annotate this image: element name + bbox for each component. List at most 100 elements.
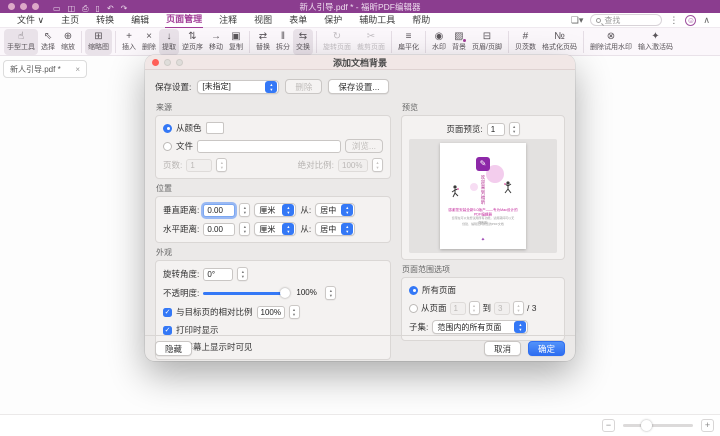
save-settings-label: 保存设置: — [155, 81, 191, 93]
page-preview-input[interactable]: 1 — [487, 123, 505, 136]
from-color-radio[interactable] — [163, 124, 172, 133]
ribbon-button-delete-page[interactable]: ×删除 — [139, 29, 159, 55]
ribbon-button-move-page[interactable]: →移动 — [206, 29, 226, 55]
menu-item-form[interactable]: 表单 — [288, 12, 308, 28]
rotation-stepper[interactable] — [237, 267, 248, 281]
ribbon-button-thumbnails[interactable]: ⊞缩略图 — [85, 29, 112, 55]
color-swatch[interactable] — [206, 122, 224, 134]
bates-numbering-icon: # — [523, 31, 529, 43]
status-bar: − + — [0, 414, 720, 436]
opacity-slider[interactable] — [203, 292, 289, 295]
to-page-input: 3 — [494, 302, 510, 315]
tab-close-icon[interactable]: × — [75, 65, 80, 74]
ok-button[interactable]: 确定 — [528, 341, 565, 356]
ribbon-button-remove-trial-watermark[interactable]: ⊗删除试用水印 — [587, 29, 635, 55]
menu-item-comment[interactable]: 注释 — [218, 12, 238, 28]
ribbon-button-insert-page[interactable]: +插入 — [119, 29, 139, 55]
vertical-distance-stepper[interactable] — [239, 203, 250, 217]
format-page-numbers-icon: № — [554, 31, 565, 43]
show-when-print-checkbox[interactable]: ✓ — [163, 326, 172, 335]
ribbon-button-split-page[interactable]: ‖拆分 — [273, 29, 293, 55]
ribbon-button-replace-page[interactable]: ⇄替换 — [253, 29, 273, 55]
horizontal-unit-select[interactable]: 厘米 — [254, 222, 296, 236]
file-path-input[interactable] — [197, 140, 341, 153]
delete-setting-button: 删除 — [285, 79, 322, 94]
dialog-close-button[interactable] — [152, 59, 159, 66]
opacity-stepper[interactable] — [325, 286, 336, 300]
document-tab[interactable]: 新人引导.pdf * × — [3, 60, 87, 78]
menu-item-file[interactable]: 文件 ∨ — [16, 12, 45, 28]
ribbon-button-bates-numbering[interactable]: #贝茨数 — [512, 29, 539, 55]
subset-label: 子集: — [409, 321, 428, 333]
opacity-slider-thumb[interactable] — [280, 288, 290, 298]
split-page-icon: ‖ — [281, 31, 285, 43]
save-settings-select[interactable]: [未指定] — [197, 80, 279, 94]
ribbon-button-flatten[interactable]: ≡扁平化 — [395, 29, 422, 55]
menu-item-protect[interactable]: 保护 — [323, 12, 343, 28]
preview-bottom-mark-icon: ✦ — [440, 237, 526, 243]
page-range-radio[interactable] — [409, 304, 418, 313]
zoom-slider[interactable] — [623, 424, 693, 427]
page-preview-label: 页面预览: — [446, 123, 482, 135]
page-preview-stepper[interactable] — [509, 122, 520, 136]
enter-activation-code-icon: ✦ — [651, 31, 659, 43]
ribbon-button-header-footer[interactable]: ⊟页眉/页脚 — [469, 29, 505, 55]
foxit-logo-icon: ✎ — [476, 157, 490, 171]
menu-item-home[interactable]: 主页 — [60, 12, 80, 28]
rotation-input[interactable]: 0° — [203, 268, 233, 281]
vertical-from-select[interactable]: 居中 — [315, 203, 355, 217]
ribbon-button-duplicate-page[interactable]: ▣复制 — [226, 29, 246, 55]
ribbon-button-zoom[interactable]: ⊕缩放 — [58, 29, 78, 55]
maximize-window-button[interactable] — [32, 3, 39, 10]
chevron-updown-icon — [341, 204, 353, 216]
collapse-ribbon-icon[interactable]: ∧ — [703, 15, 710, 26]
zoom-in-button[interactable]: + — [701, 419, 714, 432]
flatten-label: 扁平化 — [398, 43, 419, 52]
relative-scale-checkbox[interactable]: ✓ — [163, 308, 172, 317]
menu-item-convert[interactable]: 转换 — [95, 12, 115, 28]
menu-item-edit[interactable]: 编辑 — [130, 12, 150, 28]
zoom-out-button[interactable]: − — [602, 419, 615, 432]
ribbon-button-background[interactable]: ▨背景 — [449, 29, 469, 55]
horizontal-distance-stepper[interactable] — [239, 222, 250, 236]
ribbon-button-hand-tool[interactable]: ☝手型工具 — [4, 29, 38, 55]
ribbon-button-crop-page: ✂裁剪页面 — [354, 29, 388, 55]
ribbon-button-reverse-pages[interactable]: ⇅逆页序 — [179, 29, 206, 55]
ribbon-button-watermark[interactable]: ◉水印 — [429, 29, 449, 55]
enter-activation-code-label: 输入激活码 — [638, 43, 673, 52]
vertical-unit-select[interactable]: 厘米 — [254, 203, 296, 217]
subset-select[interactable]: 范围内的所有页面 — [432, 320, 528, 334]
menu-item-view[interactable]: 视图 — [253, 12, 273, 28]
menu-item-page-management[interactable]: 页面管理 — [165, 11, 203, 29]
select-icon: ⇖ — [44, 31, 52, 43]
ribbon-button-swap-page[interactable]: ⇆交换 — [293, 29, 313, 55]
search-input[interactable]: 查找 — [590, 14, 662, 26]
more-options-icon[interactable]: ⋮ — [669, 15, 678, 26]
from-file-radio[interactable] — [163, 142, 172, 151]
share-icon[interactable]: ❏▾ — [571, 15, 584, 26]
menu-item-accessibility[interactable]: 辅助工具 — [358, 12, 396, 28]
horizontal-distance-input[interactable]: 0.00 — [203, 223, 235, 236]
ribbon-button-select[interactable]: ⇖选择 — [38, 29, 58, 55]
ribbon-button-format-page-numbers[interactable]: №格式化页码 — [539, 29, 580, 55]
all-pages-radio[interactable] — [409, 286, 418, 295]
ribbon-button-extract-page[interactable]: ↓提取 — [159, 29, 179, 55]
ribbon-button-enter-activation-code[interactable]: ✦输入激活码 — [635, 29, 676, 55]
cancel-button[interactable]: 取消 — [484, 341, 521, 356]
relative-scale-input[interactable]: 100% — [257, 306, 285, 319]
horizontal-from-select[interactable]: 居中 — [315, 222, 355, 236]
appearance-group-title: 外观 — [156, 247, 391, 258]
save-setting-button[interactable]: 保存设置... — [328, 79, 389, 94]
user-avatar[interactable]: ☺ — [685, 15, 696, 26]
menu-item-help[interactable]: 帮助 — [411, 12, 431, 28]
vertical-distance-input[interactable]: 0.00 — [203, 204, 235, 217]
extract-page-label: 提取 — [162, 43, 176, 52]
close-window-button[interactable] — [8, 3, 15, 10]
hide-button[interactable]: 隐藏 — [155, 341, 192, 356]
zoom-slider-thumb[interactable] — [641, 420, 652, 431]
position-group-title: 位置 — [156, 183, 391, 194]
minimize-window-button[interactable] — [20, 3, 27, 10]
relative-scale-stepper[interactable] — [289, 305, 300, 319]
preview-body-line2: 创建、编辑及转换您的PDF文档 — [452, 222, 515, 226]
ribbon-items: ☝手型工具⇖选择⊕缩放 ⊞缩略图 +插入×删除↓提取⇅逆页序→移动▣复制 ⇄替换‖拆分… — [4, 29, 676, 55]
